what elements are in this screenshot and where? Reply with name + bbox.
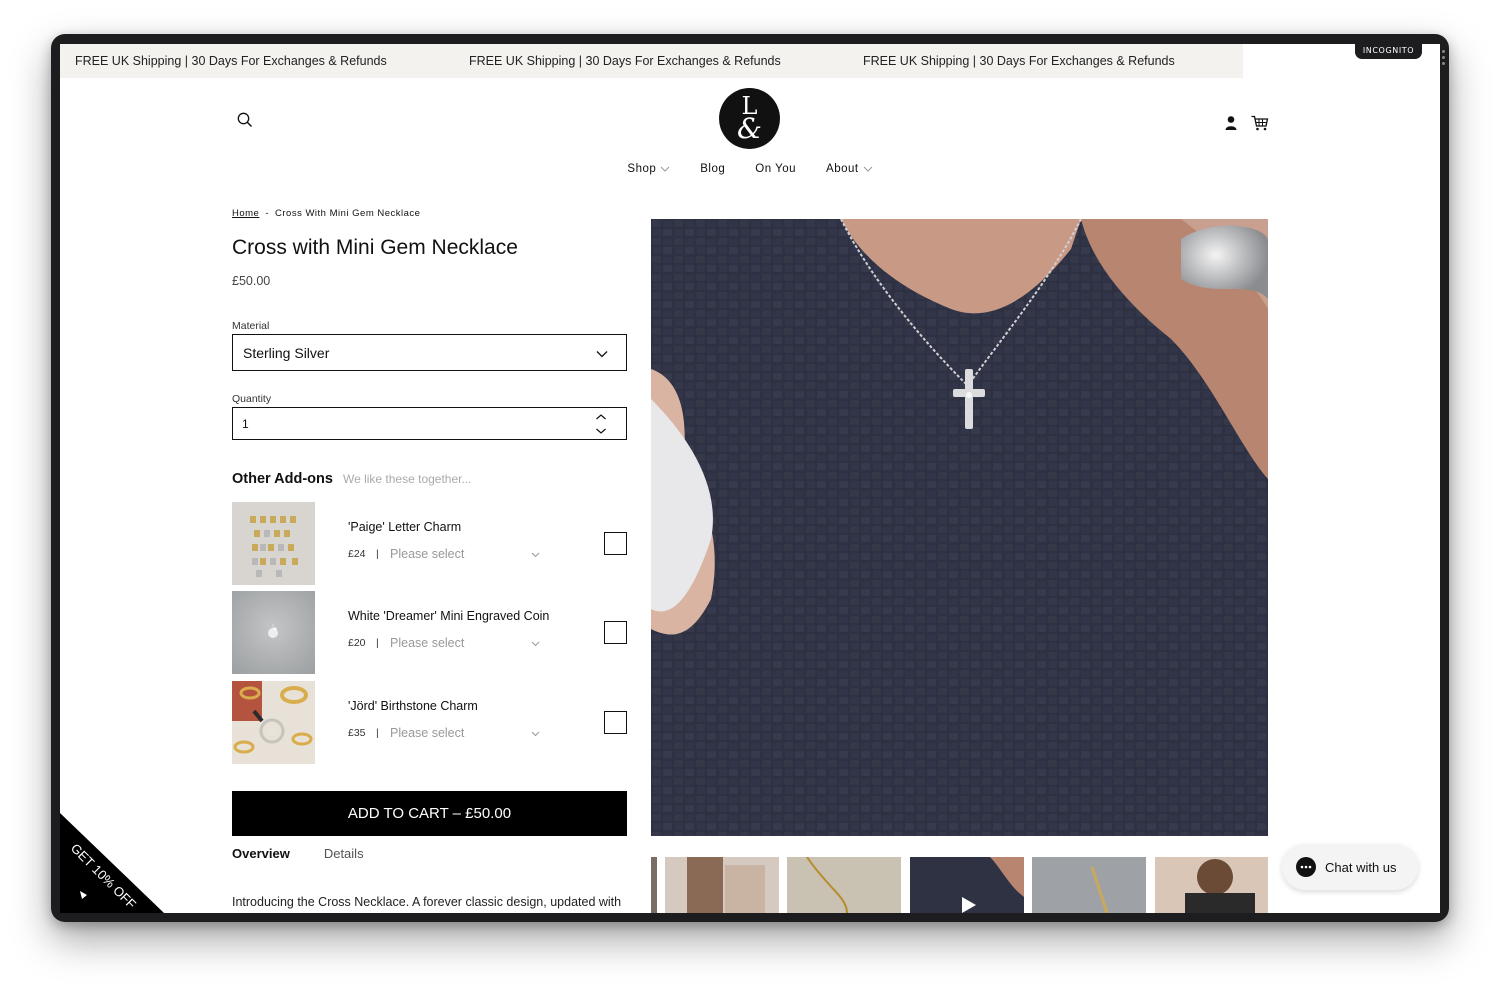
announcement-message: FREE UK Shipping | 30 Days For Exchanges…	[75, 54, 387, 68]
breadcrumb-current: Cross With Mini Gem Necklace	[275, 208, 421, 219]
addon-separator: |	[376, 548, 379, 560]
nav-item-shop[interactable]: Shop	[612, 163, 685, 175]
addon-item: 'Jörd' Birthstone Charm £35 | Please sel…	[232, 681, 627, 764]
announcement-bar: FREE UK Shipping | 30 Days For Exchanges…	[60, 44, 1243, 78]
chat-label: Chat with us	[1325, 859, 1397, 875]
thumbnail[interactable]	[1155, 857, 1268, 913]
more-icon[interactable]	[1442, 50, 1446, 68]
site-logo[interactable]: L &	[719, 88, 780, 149]
tab-details[interactable]: Details	[324, 846, 364, 861]
quantity-value: 1	[242, 417, 249, 431]
material-value: Sterling Silver	[243, 345, 330, 361]
product-price: £50.00	[232, 274, 271, 288]
chevron-down-icon	[660, 166, 670, 172]
chat-widget-button[interactable]: Chat with us	[1282, 844, 1418, 890]
thumbnail[interactable]	[651, 857, 657, 913]
material-label: Material	[232, 320, 270, 332]
material-select[interactable]: Sterling Silver	[232, 334, 627, 371]
search-icon[interactable]	[235, 110, 255, 130]
product-title: Cross with Mini Gem Necklace	[232, 236, 518, 259]
web-page: FREE UK Shipping | 30 Days For Exchanges…	[60, 44, 1440, 913]
addon-checkbox[interactable]	[604, 532, 627, 555]
addon-image	[232, 681, 315, 764]
product-main-image[interactable]	[651, 219, 1268, 836]
addons-heading: Other Add-ons We like these together...	[232, 471, 472, 487]
addon-item: White 'Dreamer' Mini Engraved Coin £20 |…	[232, 591, 627, 674]
add-to-cart-button[interactable]: ADD TO CART – £50.00	[232, 791, 627, 836]
incognito-badge: INCOGNITO	[1355, 42, 1422, 59]
nav-item-blog[interactable]: Blog	[685, 163, 740, 175]
addon-name: 'Paige' Letter Charm	[348, 520, 462, 534]
thumbnail[interactable]	[787, 857, 901, 913]
thumbnail[interactable]	[1032, 857, 1146, 913]
quantity-stepper[interactable]	[595, 413, 607, 435]
addon-price: £35	[348, 727, 366, 739]
breadcrumb-home-link[interactable]: Home	[232, 208, 259, 219]
thumbnail[interactable]	[665, 857, 779, 913]
announcement-message: FREE UK Shipping | 30 Days For Exchanges…	[469, 54, 781, 68]
product-tabs: Overview Details	[232, 846, 364, 861]
thumbnail-strip	[651, 857, 1268, 913]
discount-ribbon[interactable]: GET 10% OFF	[60, 813, 164, 913]
addon-variant-select[interactable]: Please select	[390, 636, 464, 650]
product-description: Introducing the Cross Necklace. A foreve…	[232, 895, 622, 909]
addon-image	[232, 591, 315, 674]
announcement-message: FREE UK Shipping | 30 Days For Exchanges…	[863, 54, 1175, 68]
addon-price: £20	[348, 637, 366, 649]
addon-checkbox[interactable]	[604, 621, 627, 644]
cart-icon[interactable]	[1250, 113, 1270, 133]
addons-subheading: We like these together...	[342, 472, 472, 486]
main-nav: Shop Blog On You About	[60, 163, 1440, 175]
tab-overview[interactable]: Overview	[232, 846, 290, 861]
quantity-label: Quantity	[232, 393, 272, 405]
chevron-down-icon[interactable]	[531, 552, 540, 558]
user-icon[interactable]	[1222, 114, 1240, 132]
addon-variant-select[interactable]: Please select	[390, 547, 464, 561]
addon-name: 'Jörd' Birthstone Charm	[348, 699, 478, 713]
addon-item: 'Paige' Letter Charm £24 | Please select	[232, 502, 627, 585]
addon-image	[232, 502, 315, 585]
addon-separator: |	[376, 727, 379, 739]
quantity-input[interactable]: 1	[232, 407, 627, 440]
addon-checkbox[interactable]	[604, 711, 627, 734]
breadcrumb-separator: -	[265, 208, 270, 219]
chevron-down-icon[interactable]	[531, 641, 540, 647]
nav-item-on-you[interactable]: On You	[740, 163, 811, 175]
chevron-down-icon[interactable]	[531, 731, 540, 737]
addon-price: £24	[348, 548, 366, 560]
breadcrumb: Home - Cross With Mini Gem Necklace	[232, 208, 420, 219]
nav-item-about[interactable]: About	[811, 163, 888, 175]
chat-icon	[1296, 857, 1316, 877]
chevron-down-icon	[596, 351, 608, 358]
addon-variant-select[interactable]: Please select	[390, 726, 464, 740]
addon-name: White 'Dreamer' Mini Engraved Coin	[348, 609, 550, 623]
chevron-down-icon	[863, 166, 872, 172]
thumbnail[interactable]	[910, 857, 1024, 913]
addon-separator: |	[376, 637, 379, 649]
